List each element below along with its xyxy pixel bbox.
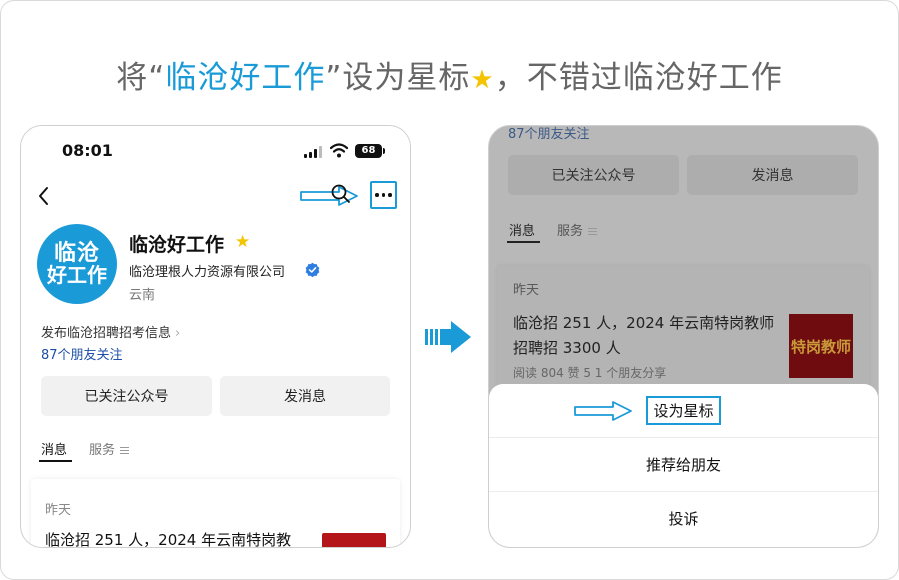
battery-icon: 68 <box>355 144 385 158</box>
avatar: 临沧 好工作 <box>37 224 117 304</box>
account-name: 临沧好工作 <box>129 234 225 256</box>
verified-icon <box>305 262 320 277</box>
followed-button: 已关注公众号 <box>508 155 679 195</box>
phone-left-screen: 08:01 68 临沧 好工作 临沧好工作 ★ 临沧理根人力资源有限公司 云南 … <box>20 125 411 548</box>
headline-prefix: 将“ <box>116 60 166 96</box>
set-star-button[interactable]: 设为星标 <box>489 384 878 437</box>
friends-follow-link[interactable]: 87个朋友关注 <box>41 344 123 363</box>
more-icon[interactable] <box>370 181 397 209</box>
status-time: 08:01 <box>62 141 113 160</box>
search-icon[interactable] <box>330 183 352 205</box>
article-title: 临沧招 251 人，2024 年云南特岗教师招聘招 3300 人 <box>513 314 775 357</box>
report-button[interactable]: 投诉 <box>489 492 878 545</box>
star-icon: ★ <box>470 65 495 95</box>
article-title[interactable]: 临沧招 251 人，2024 年云南特岗教 <box>45 529 291 547</box>
account-region: 云南 <box>129 288 156 303</box>
tab-messages[interactable]: 消息 <box>41 439 67 458</box>
article-stats: 阅读 804 赞 5 1 个朋友分享 <box>513 366 667 380</box>
description-text: 发布临沧招聘招考信息 <box>41 326 172 341</box>
headline-suffix: ”设为星标 <box>325 60 471 96</box>
avatar-line1: 临沧 <box>53 240 100 266</box>
tutorial-headline: 将“临沧好工作”设为星标★，不错过临沧好工作 <box>0 52 899 97</box>
tab-underline <box>39 460 72 462</box>
avatar-line2: 好工作 <box>47 263 107 288</box>
phone-right-screen: 87个朋友关注 已关注公众号 发消息 消息 服务 昨天 临沧招 251 人，20… <box>488 125 879 548</box>
menu-icon <box>120 447 130 454</box>
tab-services[interactable]: 服务 <box>89 439 130 458</box>
recommend-to-friend-button[interactable]: 推荐给朋友 <box>489 438 878 491</box>
tab-services-label: 服务 <box>89 443 116 458</box>
flow-arrow-icon <box>425 321 471 353</box>
account-description[interactable]: 发布临沧招聘招考信息 › <box>41 322 180 341</box>
set-star-label: 设为星标 <box>646 396 721 425</box>
tab-services: 服务 <box>557 220 598 239</box>
action-sheet: 设为星标 推荐给朋友 投诉 <box>489 384 878 547</box>
chevron-right-icon: › <box>175 326 181 341</box>
signal-icon <box>304 146 324 158</box>
headline-tail: ，不错过临沧好工作 <box>494 60 783 96</box>
menu-icon <box>588 228 598 235</box>
tab-underline <box>507 241 540 243</box>
wifi-icon <box>330 143 348 158</box>
article-thumbnail <box>322 533 386 547</box>
article-thumbnail: 特岗教师 <box>789 314 853 378</box>
feed-date: 昨天 <box>45 503 72 518</box>
star-icon: ★ <box>235 232 251 252</box>
friends-follow-link: 87个朋友关注 <box>508 127 590 142</box>
send-message-button[interactable]: 发消息 <box>220 376 390 416</box>
back-icon[interactable] <box>35 184 53 208</box>
account-company: 临沧理根人力资源有限公司 <box>129 265 286 280</box>
feed-date: 昨天 <box>513 283 540 298</box>
tab-services-label: 服务 <box>557 224 584 239</box>
headline-highlight: 临沧好工作 <box>165 60 326 96</box>
send-message-button: 发消息 <box>687 155 858 195</box>
tab-messages: 消息 <box>509 224 536 239</box>
followed-button[interactable]: 已关注公众号 <box>41 376 212 416</box>
